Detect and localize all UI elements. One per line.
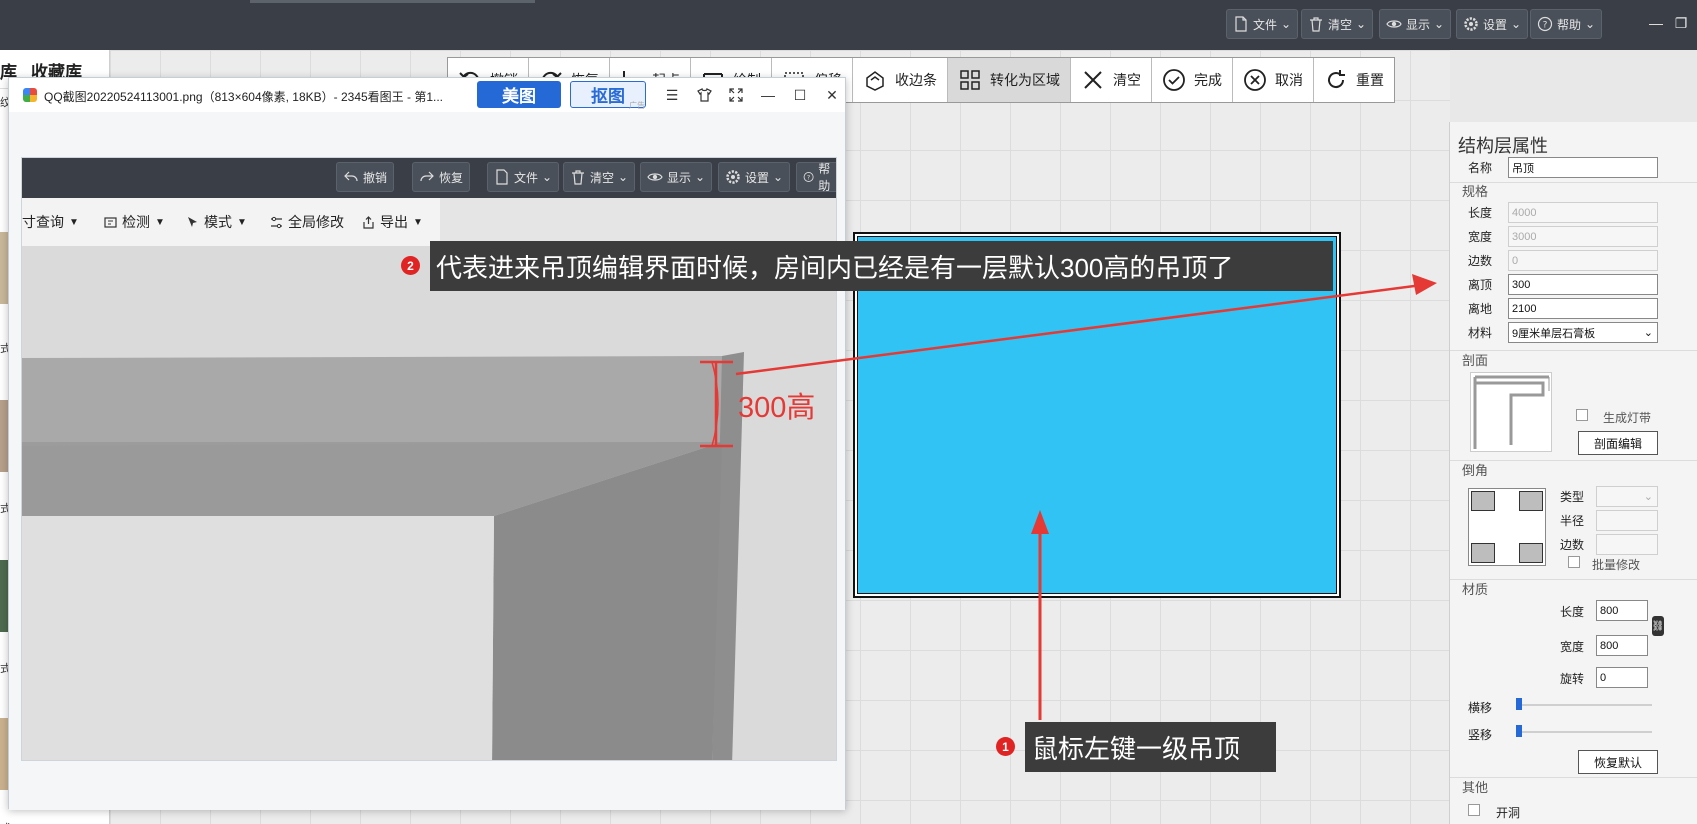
note-1-callout: 鼠标左键一级吊顶	[1025, 722, 1276, 772]
width-input: 3000	[1508, 226, 1658, 247]
texture-width-input[interactable]: 800	[1596, 635, 1648, 656]
vertical-shift-slider[interactable]	[1516, 725, 1522, 737]
top-offset-label: 离顶	[1468, 278, 1493, 292]
annotation-overlay	[700, 262, 1652, 720]
vertical-shift-label: 竖移	[1468, 728, 1493, 742]
length-input: 4000	[1508, 202, 1658, 223]
restore-default-button[interactable]: 恢复默认	[1578, 750, 1658, 774]
material-select[interactable]: 9厘米单层石膏板 ⌄	[1508, 322, 1658, 343]
link-ratio-icon[interactable]: ⛓	[1652, 616, 1664, 636]
top-offset-input[interactable]: 300	[1508, 274, 1658, 295]
light-strip-label: 生成灯带	[1603, 411, 1652, 425]
height-300-label: 300高	[738, 392, 816, 424]
opening-label: 开洞	[1496, 806, 1521, 820]
panel-title: 结构层属性	[1458, 136, 1548, 156]
ground-offset-label: 离地	[1468, 302, 1493, 316]
other-section-title: 其他	[1462, 780, 1489, 795]
texture-section-title: 材质	[1462, 582, 1489, 597]
chamfer-type-select: ⌄	[1596, 486, 1658, 507]
section-profile-preview	[1470, 372, 1552, 452]
chamfer-type-label: 类型	[1560, 490, 1585, 504]
chamfer-edges-input	[1596, 534, 1658, 555]
step-1-badge: 1	[996, 737, 1015, 756]
note-1-text: 鼠标左键一级吊顶	[1032, 733, 1241, 764]
chamfer-edges-label: 边数	[1560, 538, 1585, 552]
corner-br[interactable]	[1519, 543, 1543, 563]
horizontal-shift-label: 横移	[1468, 701, 1493, 715]
horizontal-shift-track[interactable]	[1516, 704, 1652, 706]
chevron-down-icon: ⌄	[1643, 491, 1653, 503]
edges-label: 边数	[1468, 254, 1493, 268]
corner-bl[interactable]	[1471, 543, 1495, 563]
batch-edit-checkbox[interactable]	[1568, 556, 1580, 568]
vertical-shift-track[interactable]	[1516, 731, 1652, 733]
name-label: 名称	[1468, 161, 1493, 175]
structure-properties-panel: 结构层属性 名称 吊顶 规格 长度 4000 宽度 3000 边数 0 离顶 3…	[1449, 122, 1697, 824]
light-strip-checkbox[interactable]	[1576, 409, 1588, 421]
chevron-down-icon: ⌄	[1643, 327, 1653, 339]
texture-length-label: 长度	[1560, 605, 1585, 619]
note-2-callout: 代表进来吊顶编辑界面时候，房间内已经是有一层默认300高的吊顶了	[430, 241, 1333, 291]
arrow-to-top-field	[735, 283, 1423, 376]
section-title: 剖面	[1462, 353, 1489, 368]
opening-checkbox[interactable]	[1468, 804, 1480, 816]
width-label: 宽度	[1468, 230, 1493, 244]
arrow-head	[1031, 510, 1049, 534]
corner-tl[interactable]	[1471, 491, 1495, 511]
step-2-badge: 2	[401, 256, 420, 275]
horizontal-shift-slider[interactable]	[1516, 698, 1522, 710]
height-bracket	[700, 360, 733, 448]
spec-section-title: 规格	[1462, 184, 1489, 199]
note-2-text: 代表进来吊顶编辑界面时候，房间内已经是有一层默认300高的吊顶了	[436, 252, 1234, 283]
section-edit-button[interactable]: 剖面编辑	[1578, 431, 1658, 455]
texture-width-label: 宽度	[1560, 640, 1585, 654]
chamfer-radius-label: 半径	[1560, 514, 1585, 528]
material-label: 材料	[1468, 326, 1493, 340]
chamfer-radius-input	[1596, 510, 1658, 531]
arrow-head	[1412, 274, 1437, 295]
texture-length-input[interactable]: 800	[1596, 600, 1648, 621]
chamfer-section-title: 倒角	[1462, 463, 1489, 478]
rotate-label: 旋转	[1560, 672, 1585, 686]
rotate-input[interactable]: 0	[1596, 667, 1648, 688]
name-input[interactable]: 吊顶	[1508, 157, 1658, 178]
batch-edit-label: 批量修改	[1592, 558, 1641, 572]
edges-input: 0	[1508, 250, 1658, 271]
length-label: 长度	[1468, 206, 1493, 220]
ground-offset-input[interactable]: 2100	[1508, 298, 1658, 319]
corner-tr[interactable]	[1519, 491, 1543, 511]
chamfer-preview	[1468, 488, 1546, 566]
